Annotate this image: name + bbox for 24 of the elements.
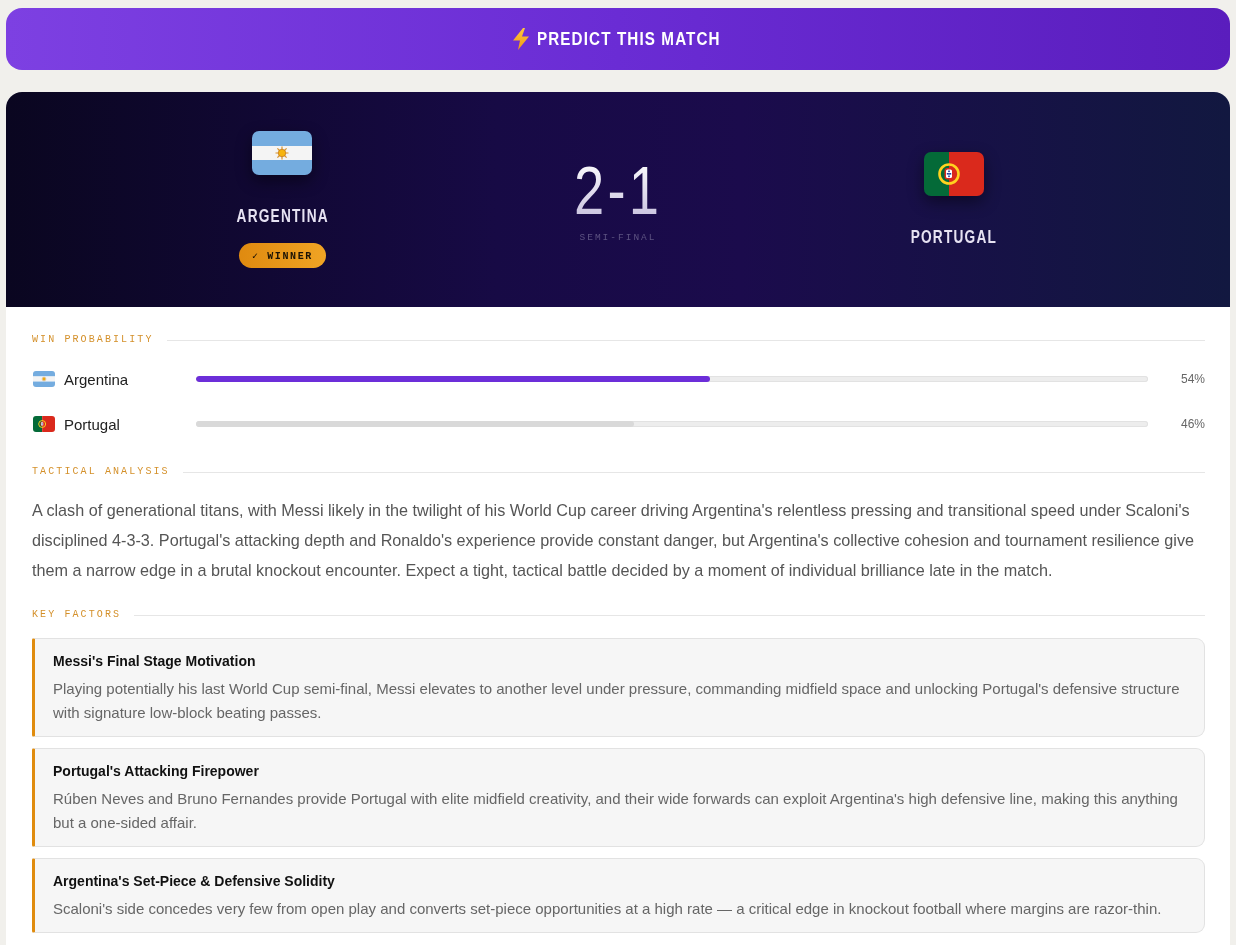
flag-icon [923,151,984,196]
flag-icon [33,416,55,432]
factor-text: Scaloni's side concedes very few from open play and converts set-piece opportunities at a high rate — a critical edge in knockout football where margins are razor-thin. [53,899,1163,919]
factor-text: Rúben Neves and Bruno Fernandes provide Portugal with elite midfield creativity, and their wide forwards can exploit Argentina's high defensive line, making this anything but a one-sided affair. [53,789,1179,833]
factor-text: Playing potentially his last World Cup semi-final, Messi elevates to another level under pressure, commanding midfield space and unlocking Portugal's defensive structure with signature low-block beating passes. [53,679,1181,723]
section-title: KEY FACTORS [32,609,122,621]
winner-badge: ✓ WINNER [239,243,326,268]
team-name: PORTUGAL [910,225,997,248]
flag-icon [252,131,313,175]
team-name: ARGENTINA [236,205,329,227]
factor-title: Messi's Final Stage Motivation [53,652,257,671]
predict-button[interactable]: PREDICT THIS MATCH [6,8,1230,70]
section-title: WIN PROBABILITY [32,334,154,346]
probability-value: 46% [1180,417,1205,431]
section-title: TACTICAL ANALYSIS [32,466,170,478]
match-stage: SEMI-FINAL [579,231,657,243]
factor-title: Argentina's Set-Piece & Defensive Solidity [53,872,336,891]
flag-icon [33,371,55,387]
team-name: Argentina [64,370,129,388]
factor-title: Portugal's Attacking Firepower [53,762,260,781]
lightning-icon [513,28,530,50]
analysis-text: A clash of generational titans, with Messi likely in the twilight of his World Cup career driving Argentina's relentless pressing and transitional speed under Scaloni's disciplined 4-3-3. Portugal's attacking depth and Ronaldo's experience provide constant danger, but Argentina's collective cohesion and tournament resilience give them a narrow edge in a brutal knockout encounter. Expect a tight, tactical battle decided by a moment of individual brilliance late in the match. [32,500,1195,581]
probability-value: 54% [1180,372,1205,386]
team-name: Portugal [64,415,120,433]
